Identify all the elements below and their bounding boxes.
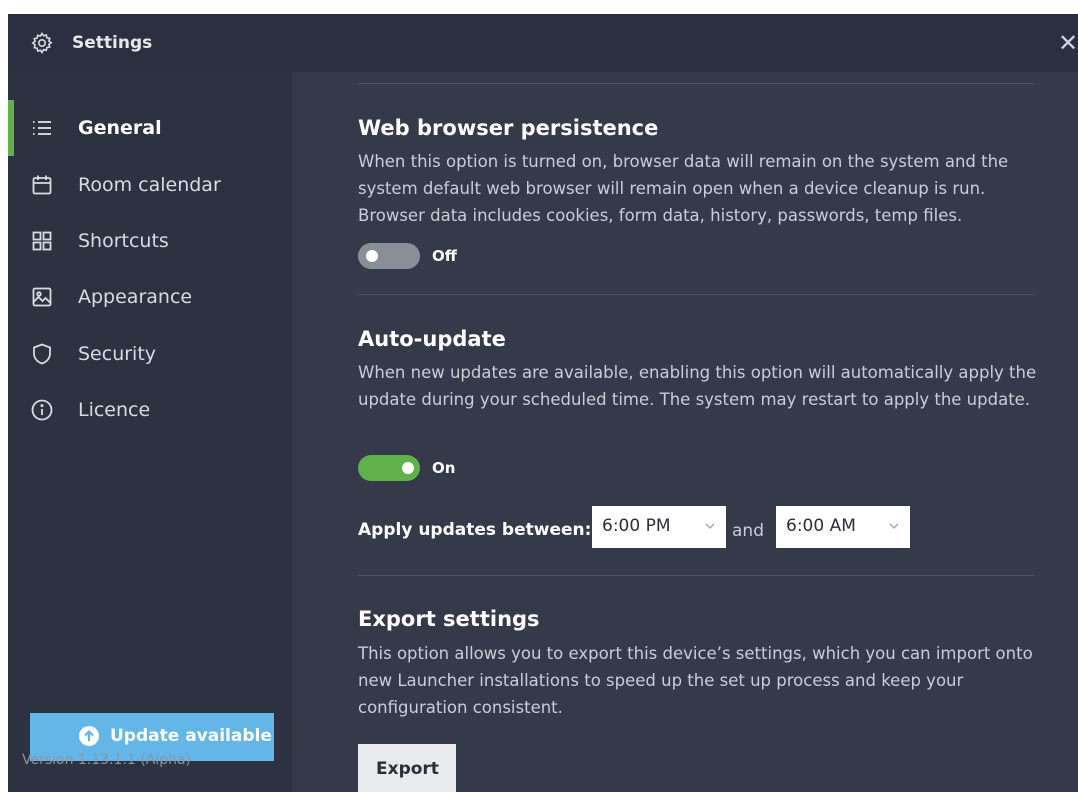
export-button[interactable]: Export xyxy=(358,744,456,792)
sidebar-item-label: Security xyxy=(78,343,157,365)
divider xyxy=(358,575,1034,576)
grid-icon xyxy=(32,231,52,251)
arrow-up-circle-icon xyxy=(79,726,99,746)
sidebar-item-licence[interactable]: Licence xyxy=(8,387,292,435)
end-time-value: 6:00 AM xyxy=(786,516,856,536)
auto-update-toggle[interactable] xyxy=(358,455,420,481)
list-icon xyxy=(33,121,51,135)
apply-updates-label: Apply updates between: xyxy=(358,520,592,540)
auto-update-toggle-label: On xyxy=(432,459,456,477)
chevron-down-icon xyxy=(705,523,715,529)
start-time-select[interactable]: 6:00 PM xyxy=(592,506,726,548)
divider xyxy=(358,83,1034,84)
sidebar-item-label: Licence xyxy=(78,399,151,421)
and-label: and xyxy=(732,521,764,541)
sidebar-item-label: Shortcuts xyxy=(78,230,169,252)
sidebar: General Room calendar Shortcuts Appearan… xyxy=(8,72,292,792)
toggle-knob xyxy=(402,462,414,474)
chevron-down-icon xyxy=(889,523,899,529)
sidebar-item-label: Room calendar xyxy=(78,174,221,196)
sidebar-item-general[interactable]: General xyxy=(8,105,292,153)
info-icon xyxy=(31,399,53,421)
window-title: Settings xyxy=(72,33,153,53)
toggle-knob xyxy=(366,250,378,262)
divider xyxy=(358,294,1034,295)
sidebar-item-security[interactable]: Security xyxy=(8,331,292,379)
start-time-value: 6:00 PM xyxy=(602,516,671,536)
title-bar: Settings ✕ xyxy=(8,14,1078,72)
shield-icon xyxy=(33,343,51,365)
version-label: Version 1.13.1.1 (Alpha) xyxy=(22,752,191,768)
main-content: Web browser persistence When this option… xyxy=(292,72,1078,792)
close-icon: ✕ xyxy=(1058,29,1078,57)
close-button[interactable]: ✕ xyxy=(1058,28,1078,58)
update-available-label: Update available xyxy=(110,726,272,746)
sidebar-item-label: Appearance xyxy=(78,286,193,308)
sidebar-item-label: General xyxy=(78,117,162,139)
auto-update-description: When new updates are available, enabling… xyxy=(358,363,1037,409)
browser-persistence-description: When this option is turned on, browser d… xyxy=(358,152,1009,225)
export-button-label: Export xyxy=(376,759,439,779)
browser-persistence-title: Web browser persistence xyxy=(358,116,659,140)
export-settings-title: Export settings xyxy=(358,607,540,631)
browser-persistence-toggle[interactable] xyxy=(358,243,420,269)
export-settings-description: This option allows you to export this de… xyxy=(358,644,1033,717)
calendar-icon xyxy=(32,175,52,195)
auto-update-title: Auto-update xyxy=(358,327,506,351)
sidebar-item-room-calendar[interactable]: Room calendar xyxy=(8,162,292,210)
browser-persistence-toggle-label: Off xyxy=(432,247,457,265)
end-time-select[interactable]: 6:00 AM xyxy=(776,506,910,548)
settings-window: Settings ✕ General Room calendar Shortcu… xyxy=(8,14,1078,792)
gear-icon xyxy=(31,32,53,55)
image-icon xyxy=(32,287,52,307)
sidebar-item-appearance[interactable]: Appearance xyxy=(8,274,292,322)
sidebar-item-shortcuts[interactable]: Shortcuts xyxy=(8,218,292,266)
